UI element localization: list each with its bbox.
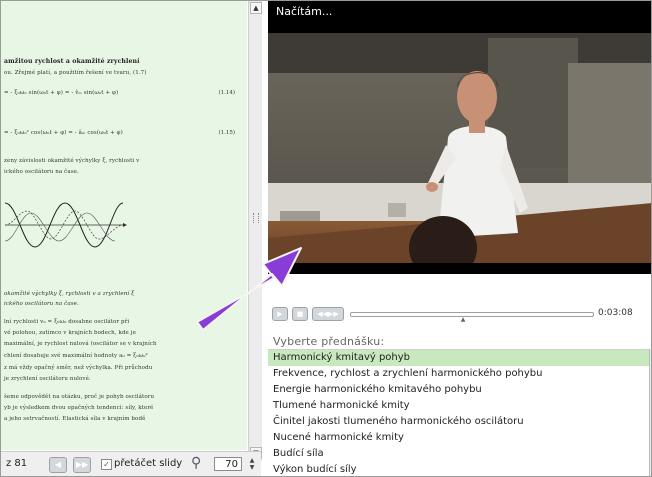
seek-arrows-icon: ◀◀▶▶ [317, 310, 339, 318]
zoom-input[interactable]: 70 [214, 457, 242, 471]
document-line: = - ξ₀ω₀ sin(ω₀t + φ) = - v̂ₘ sin(ω₀t + … [4, 90, 119, 96]
lecture-list-item[interactable]: Budící síla [268, 446, 649, 462]
next-slide-button[interactable]: ▶▶ [73, 457, 91, 473]
reflow-slides-label: přetáčet slidy [114, 458, 183, 469]
rewind-forward-buttons[interactable]: ◀◀▶▶ [312, 307, 344, 321]
play-icon: ▶ [277, 310, 283, 318]
checkbox-checked-icon: ✓ [101, 459, 112, 470]
document-line: zeny závislosti okamžité výchylky ξ, ryc… [4, 158, 140, 164]
document-line: ického oscilátoru na čase. [4, 169, 79, 175]
document-line: je zrychlení oscilátoru nulové. [4, 376, 91, 382]
document-line: vé polohou, zatímco v krajních bodech, k… [4, 330, 136, 336]
document-line: lní rychlosti v₀ = ξ₀ω₀ dosahne osciláto… [4, 319, 130, 325]
play-button[interactable]: ▶ [272, 307, 288, 321]
lecture-list[interactable]: Harmonický kmitavý pohyb Frekvence, rychl… [268, 349, 649, 476]
fast-forward-icon: ▶▶ [75, 460, 89, 469]
lecture-list-item[interactable]: Energie harmonického kmitavého pohybu [268, 382, 649, 398]
document-line: okamžité výchylky ξ, rychlosti v a zrych… [4, 291, 135, 297]
lecture-list-item[interactable]: Činitel jakosti tlumeného harmonického o… [268, 414, 649, 430]
equation-number: (1.15) [218, 130, 235, 136]
document-line: = - ξ₀ω₀² cos(ω₀t + φ) = - âₘ cos(ω₀t + … [4, 130, 123, 136]
equation-number: (1.14) [218, 90, 235, 96]
document-line: ou. Zřejmé platí, a použitím řešení ve t… [4, 70, 147, 76]
document-view[interactable]: amžitou rychlost a okamžité zrychlení ou.… [1, 1, 247, 450]
video-player[interactable]: Načítám... [268, 1, 651, 274]
time-display: 0:03:08 [598, 308, 633, 318]
document-line: z má vždy opačný směr, než výchylka. Při… [4, 365, 153, 371]
lecture-list-item[interactable]: Výkon budící síly [268, 462, 649, 476]
stop-button[interactable]: ■ [292, 307, 308, 321]
prev-icon: ◀ [54, 460, 62, 469]
zoom-stepper[interactable]: ▲ ▼ [247, 457, 257, 471]
loading-status: Načítám... [276, 5, 333, 18]
document-scrollbar[interactable]: ▲ ▼ [248, 1, 262, 461]
document-line: amžitou rychlost a okamžité zrychlení [4, 58, 140, 65]
document-line: a jeho setrvačností. Elastická síla v kr… [4, 416, 146, 422]
scroll-up-button[interactable]: ▲ [250, 2, 262, 14]
seek-bar[interactable] [350, 312, 594, 317]
document-toolbar: z 81 ◀ ▶▶ ✓ přetáčet slidy ⚲ 70 ▲ ▼ [1, 451, 261, 476]
prev-slide-button[interactable]: ◀ [49, 457, 67, 473]
player-controls: ▶ ■ ◀◀▶▶ ▲ 0:03:08 [268, 301, 651, 325]
document-line: chlení dosahuje své maximální hodnoty a₀… [4, 353, 148, 359]
document-line: maximální, je rychlost nulová (oscilátor… [4, 341, 157, 347]
seek-knob-icon[interactable]: ▲ [461, 316, 466, 323]
lecture-list-item[interactable]: Frekvence, rychlost a zrychlení harmonic… [268, 366, 649, 382]
lecture-list-heading: Vyberte přednášku: [273, 335, 385, 348]
lecture-list-item[interactable]: Harmonický kmitavý pohyb [268, 350, 649, 366]
oscillation-graph [4, 202, 127, 248]
application-window: amžitou rychlost a okamžité zrychlení ou.… [0, 0, 652, 477]
lecture-list-item[interactable]: Tlumené harmonické kmity [268, 398, 649, 414]
scrollbar-grip[interactable] [253, 213, 259, 223]
document-line: yb je výsledkem dvou opačných tendencí: … [4, 405, 154, 411]
stop-icon: ■ [296, 310, 304, 318]
zoom-magnifier-icon: ⚲ [191, 455, 202, 471]
lecture-list-item[interactable]: Nucené harmonické kmity [268, 430, 649, 446]
document-line: ického oscilátoru na čase. [4, 301, 79, 307]
reflow-slides-checkbox[interactable]: ✓ přetáčet slidy [101, 458, 182, 470]
document-line: šeme odpovědět na otázku, proč je pohyb … [4, 394, 155, 400]
lecture-video-frame [268, 33, 651, 273]
page-indicator: z 81 [6, 458, 28, 469]
